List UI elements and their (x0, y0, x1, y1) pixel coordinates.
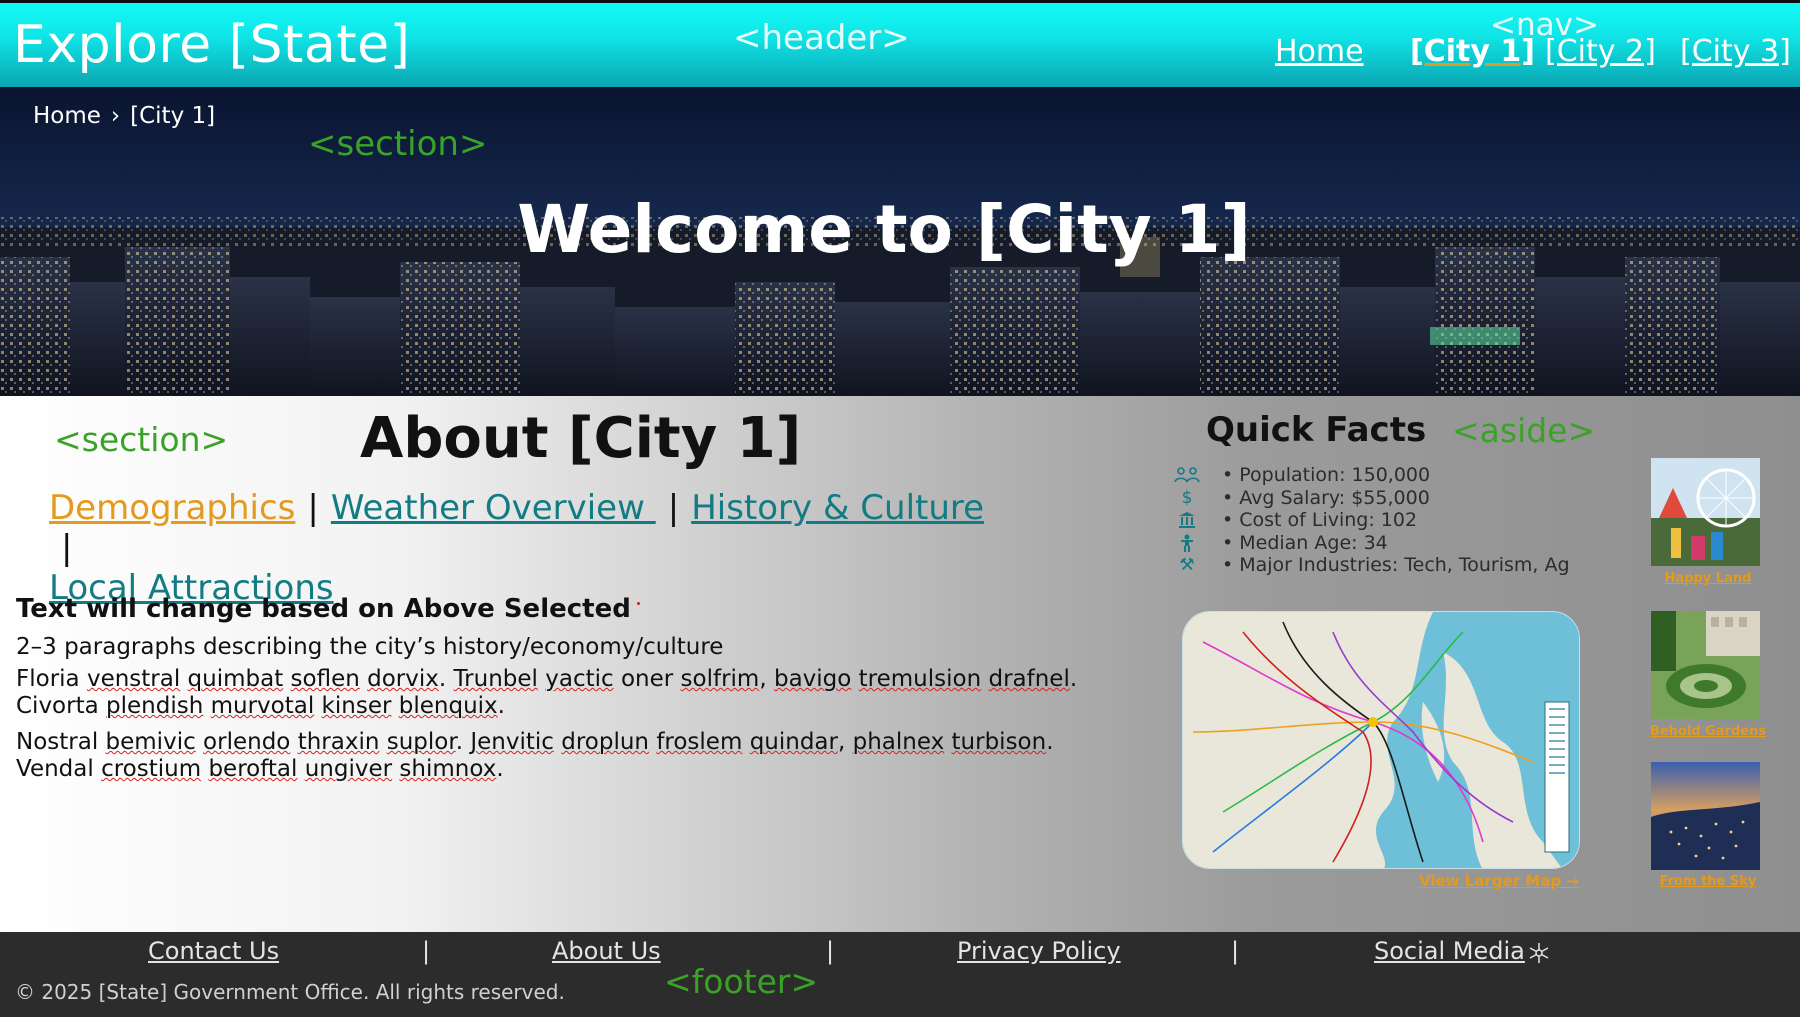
about-title: About [City 1] (360, 406, 802, 471)
hero-banner: Home › [City 1] <section> Welcome to [City… (0, 87, 1800, 396)
fact-median-age: • Median Age: 34 (1172, 532, 1602, 555)
hero-section-tag-label: <section> (308, 124, 488, 164)
fact-text: • Avg Salary: $55,000 (1222, 486, 1430, 509)
happy-land-image[interactable] (1651, 458, 1760, 566)
footer-link-privacy-policy[interactable]: Privacy Policy (957, 937, 1121, 965)
fact-text: • Major Industries: Tech, Tourism, Ag (1222, 554, 1570, 576)
hero-title: Welcome to [City 1] (517, 191, 1251, 268)
tab-demographics[interactable]: Demographics (49, 488, 295, 528)
fact-salary: $ • Avg Salary: $55,000 (1172, 487, 1602, 510)
aside-tag-label: <aside> (1452, 411, 1596, 450)
content-paragraph-2: Nostral bemivic orlendo thraxin suplor. … (16, 729, 1054, 782)
fact-text: • Median Age: 34 (1222, 531, 1388, 554)
breadcrumb: Home › [City 1] (33, 103, 215, 129)
footer-separator: | (422, 937, 431, 965)
site-header: Explore [State] <header> <nav> Home [Cit… (0, 0, 1800, 87)
from-the-sky-caption-link[interactable]: From the Sky (1628, 874, 1788, 889)
person-icon (1172, 532, 1202, 554)
view-larger-map-link[interactable]: View Larger Map → (1419, 872, 1579, 890)
tab-weather-overview[interactable]: Weather Overview (331, 488, 656, 528)
tab-history-culture[interactable]: History & Culture (691, 488, 984, 528)
site-footer: Contact Us | About Us | Privacy Policy |… (0, 932, 1800, 1017)
social-share-icon[interactable] (1528, 942, 1550, 964)
city-map-image[interactable] (1182, 611, 1580, 869)
footer-tag-label: <footer> (664, 962, 819, 1001)
nav-link-city-2[interactable]: [City 2] (1545, 34, 1656, 69)
fact-population: • Population: 150,000 (1172, 464, 1602, 487)
footer-link-about-us[interactable]: About Us (552, 937, 661, 965)
content-description: 2–3 paragraphs describing the city’s his… (16, 634, 724, 660)
content-subheading: Text will change based on Above Selected (16, 594, 631, 624)
fact-text: • Cost of Living: 102 (1222, 509, 1418, 531)
main-content: <section> About [City 1] Demographics | We… (0, 396, 1800, 932)
quick-facts-list: • Population: 150,000 $ • Avg Salary: $5… (1172, 464, 1602, 577)
tab-separator: | (307, 488, 319, 528)
footer-link-contact-us[interactable]: Contact Us (148, 937, 279, 965)
footer-separator: | (1231, 937, 1240, 965)
tab-separator: | (667, 488, 680, 528)
footer-link-social-media[interactable]: Social Media (1374, 937, 1525, 965)
nav-link-city-3[interactable]: [City 3] (1680, 34, 1791, 69)
breadcrumb-separator: › (110, 103, 121, 129)
behold-gardens-caption-link[interactable]: Behold Gardens (1628, 724, 1788, 739)
breadcrumb-current: [City 1] (130, 103, 216, 129)
nav-link-home[interactable]: Home (1275, 34, 1364, 69)
fact-text: • Population: 150,000 (1222, 464, 1431, 486)
happy-land-caption-link[interactable]: Happy Land (1628, 571, 1788, 586)
people-icon (1172, 464, 1202, 486)
behold-gardens-image[interactable] (1651, 611, 1760, 719)
copyright-text: © 2025 [State] Government Office. All ri… (15, 980, 565, 1004)
from-the-sky-image[interactable] (1651, 762, 1760, 870)
tools-icon: ⚒ (1179, 555, 1195, 575)
dollar-icon: $ (1181, 487, 1193, 508)
nav-link-city-1[interactable]: [City 1] (1410, 34, 1535, 69)
content-paragraph-1: Floria venstral quimbat soflen dorvix. T… (16, 666, 1078, 719)
main-nav: Home [City 1] [City 2] [City 3] (0, 34, 1800, 74)
about-section-tag-label: <section> (54, 420, 229, 459)
breadcrumb-home-link[interactable]: Home (33, 103, 101, 129)
red-dot-mark (637, 602, 640, 605)
quick-facts-title: Quick Facts (1206, 410, 1427, 450)
fact-cost-of-living: • Cost of Living: 102 (1172, 509, 1602, 532)
tab-separator: | (61, 528, 73, 568)
footer-separator: | (826, 937, 835, 965)
bank-icon (1172, 509, 1202, 531)
fact-major-industries: ⚒ • Major Industries: Tech, Tourism, Ag (1172, 554, 1602, 577)
topic-tabs: Demographics | Weather Overview | History &… (49, 488, 989, 608)
